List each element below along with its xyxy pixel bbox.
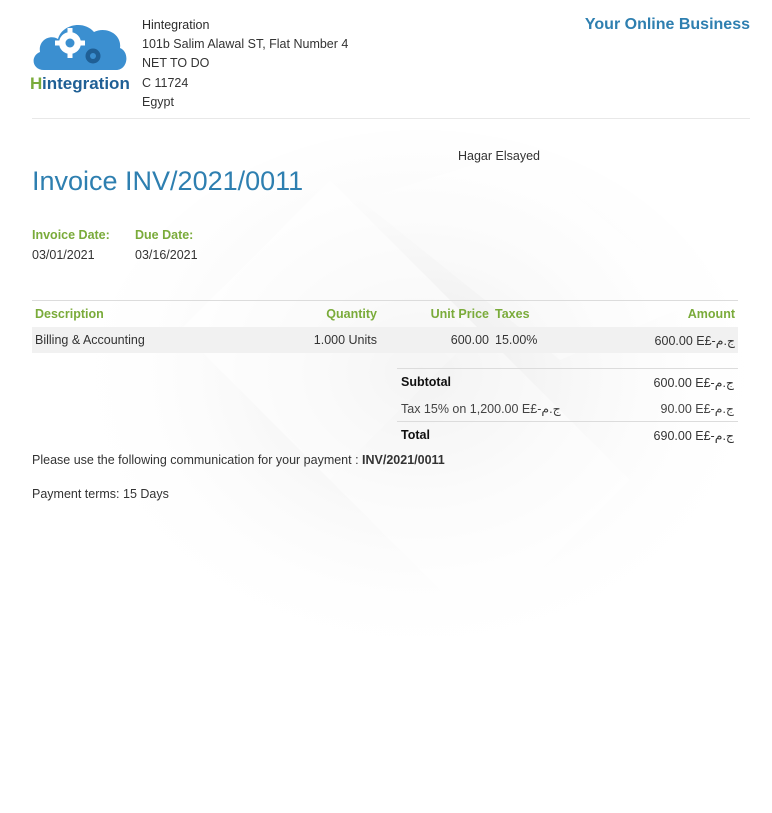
line-unit-price: 600.00 [380,327,492,353]
total-value: 690.00 E£-ج.م [620,421,738,448]
table-row: Billing & Accounting 1.000 Units 600.00 … [32,327,738,353]
due-date-value: 03/16/2021 [135,248,198,262]
header-divider [32,118,750,119]
tax-value: 90.00 E£-ج.م [660,401,735,416]
customer-name: Hagar Elsayed [458,149,540,163]
subtotal-label: Subtotal [397,368,621,395]
logo-h-letter: H [30,74,42,93]
line-taxes: 15.00% [492,327,584,353]
company-name: Hintegration [142,18,210,32]
company-address: Hintegration 101b Salim Alawal ST, Flat … [142,16,348,112]
subtotal-value: 600.00 E£-ج.م [620,368,738,395]
payment-communication: Please use the following communication f… [32,453,445,467]
column-header-description: Description [35,307,104,321]
invoice-date-value: 03/01/2021 [32,248,95,262]
column-header-quantity: Quantity [326,307,377,321]
due-date-label: Due Date: [135,228,194,242]
total-label: Total [397,421,621,448]
address-country: Egypt [142,94,174,109]
column-header-amount: Amount [687,307,735,321]
invoice-date-block: Invoice Date: 03/01/2021 [32,228,110,262]
address-line-3: C 11724 [142,75,189,90]
line-quantity: 1.000 Units [262,327,380,353]
invoice-title: Invoice INV/2021/0011 [32,166,304,196]
totals-table: Subtotal 600.00 E£-ج.م Tax 15% on 1,200.… [397,368,738,448]
tax-label: Tax 15% on 1,200.00 E£-ج.م [401,401,561,416]
tax-row: Tax 15% on 1,200.00 E£-ج.م 90.00 E£-ج.م [397,395,738,422]
invoice-lines-table: Description Quantity Unit Price Taxes Am… [32,300,738,353]
logo-wordmark: integration [42,74,130,93]
due-date-block: Due Date: 03/16/2021 [135,228,198,262]
payment-terms: Payment terms: 15 Days [32,487,169,501]
communication-reference: INV/2021/0011 [362,453,445,467]
subtotal-row: Subtotal 600.00 E£-ج.م [397,368,738,395]
line-amount: 600.00 E£-ج.م [584,327,738,353]
address-line-1: 101b Salim Alawal ST, Flat Number 4 [142,37,349,52]
line-description: Billing & Accounting [32,327,262,353]
column-header-taxes: Taxes [495,307,530,321]
company-logo: H integration [30,24,130,93]
invoice-date-label: Invoice Date: [32,228,110,242]
total-row: Total 690.00 E£-ج.م [397,421,738,448]
company-tagline: Your Online Business [584,16,750,33]
column-header-unit-price: Unit Price [430,307,489,321]
communication-text: Please use the following communication f… [32,453,359,467]
address-line-2: NET TO DO [142,56,210,71]
table-header-row: Description Quantity Unit Price Taxes Am… [32,301,738,328]
